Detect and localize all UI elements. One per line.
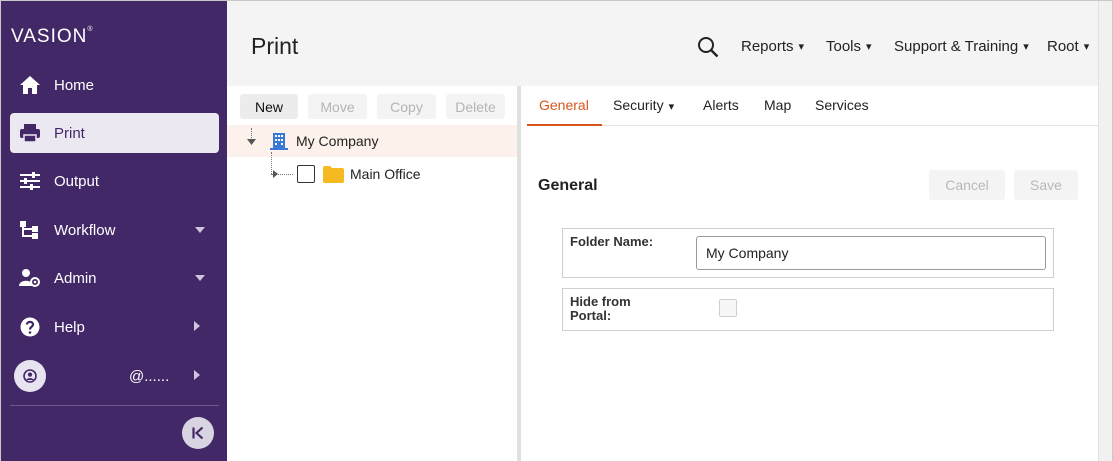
tab-map[interactable]: Map: [764, 97, 791, 113]
caret-down-icon: ▾: [1083, 41, 1090, 53]
tree-node-label[interactable]: My Company: [296, 133, 378, 149]
sidebar-item-admin[interactable]: Admin: [10, 258, 219, 298]
sidebar-item-home[interactable]: Home: [10, 65, 219, 105]
sidebar-item-label: Output: [54, 172, 100, 190]
sidebar-item-workflow[interactable]: Workflow: [10, 210, 219, 250]
hide-from-portal-checkbox[interactable]: [719, 299, 737, 317]
sidebar-item-label: Help: [54, 318, 85, 336]
chevron-right-icon: [194, 321, 200, 331]
tree-node-label[interactable]: Main Office: [350, 166, 421, 182]
active-tab-indicator: [527, 124, 602, 126]
folder-tree-pane: New Move Copy Delete My Company Main Off…: [227, 86, 517, 461]
new-button[interactable]: New: [240, 94, 298, 119]
caret-down-icon: ▾: [866, 41, 872, 53]
sidebar: VASION® Home Print Output Workflow Admin…: [1, 1, 227, 461]
cancel-button[interactable]: Cancel: [929, 170, 1005, 200]
tab-services[interactable]: Services: [815, 97, 869, 113]
window-scrollbar[interactable]: [1098, 1, 1112, 461]
menu-support-training[interactable]: Support & Training ▾: [894, 38, 1029, 55]
expand-toggle-icon[interactable]: [246, 138, 257, 146]
workflow-icon: [20, 221, 38, 239]
detail-pane: General Security ▾ Alerts Map Services Ge…: [521, 86, 1099, 461]
home-icon: [20, 76, 40, 94]
sidebar-item-label: Print: [54, 124, 85, 142]
caret-down-icon: ▾: [668, 101, 675, 113]
collapse-sidebar-icon: [192, 426, 204, 440]
folder-name-label: Folder Name:: [570, 234, 654, 249]
vasion-logo: VASION®: [11, 26, 94, 47]
folder-name-input[interactable]: My Company: [696, 236, 1046, 270]
hide-from-portal-label: Hide from Portal:: [570, 294, 631, 323]
admin-user-icon: [19, 269, 40, 287]
sidebar-item-print[interactable]: Print: [10, 113, 219, 153]
sidebar-item-output[interactable]: Output: [10, 161, 219, 201]
caret-down-icon: ▾: [1023, 41, 1029, 53]
sliders-icon: [20, 172, 40, 190]
menu-root[interactable]: Root ▾: [1047, 38, 1089, 55]
caret-down-icon: ▾: [798, 41, 805, 53]
folder-icon: [323, 166, 344, 183]
expand-toggle-icon[interactable]: [272, 169, 279, 179]
sidebar-item-help[interactable]: Help: [10, 307, 219, 347]
tab-general[interactable]: General: [539, 97, 589, 113]
chevron-down-icon: [195, 275, 205, 281]
detail-tabs: General Security ▾ Alerts Map Services: [527, 86, 1099, 126]
sidebar-item-label: Home: [54, 76, 95, 94]
collapse-sidebar-button[interactable]: [182, 417, 214, 449]
printer-icon: [20, 124, 40, 143]
building-icon: [270, 133, 288, 150]
tree-node-checkbox[interactable]: [297, 165, 315, 183]
copy-button[interactable]: Copy: [377, 94, 436, 119]
tab-security[interactable]: Security ▾: [613, 97, 674, 113]
delete-button[interactable]: Delete: [446, 94, 505, 119]
sidebar-user-menu[interactable]: @......: [10, 356, 219, 396]
menu-reports[interactable]: Reports ▾: [741, 38, 804, 55]
tab-alerts[interactable]: Alerts: [703, 97, 739, 113]
top-header: Print Reports ▾ Tools ▾ Support & Training…: [227, 1, 1099, 86]
chevron-right-icon: [194, 370, 200, 380]
chevron-down-icon: [195, 227, 205, 233]
sidebar-divider: [10, 405, 219, 406]
sidebar-item-label: Workflow: [54, 221, 116, 239]
search-icon[interactable]: [697, 36, 719, 58]
move-button[interactable]: Move: [308, 94, 367, 119]
user-avatar-icon: [14, 360, 46, 392]
section-title: General: [538, 177, 598, 194]
page-title: Print: [251, 33, 299, 59]
sidebar-item-label: Admin: [54, 269, 97, 287]
help-icon: [20, 317, 40, 337]
menu-tools[interactable]: Tools ▾: [826, 38, 872, 55]
folder-name-row: Folder Name: My Company: [562, 228, 1054, 278]
app-window: VASION® Home Print Output Workflow Admin…: [0, 0, 1113, 461]
user-name: @......: [129, 367, 170, 385]
hide-from-portal-row: Hide from Portal:: [562, 288, 1054, 331]
save-button[interactable]: Save: [1014, 170, 1078, 200]
